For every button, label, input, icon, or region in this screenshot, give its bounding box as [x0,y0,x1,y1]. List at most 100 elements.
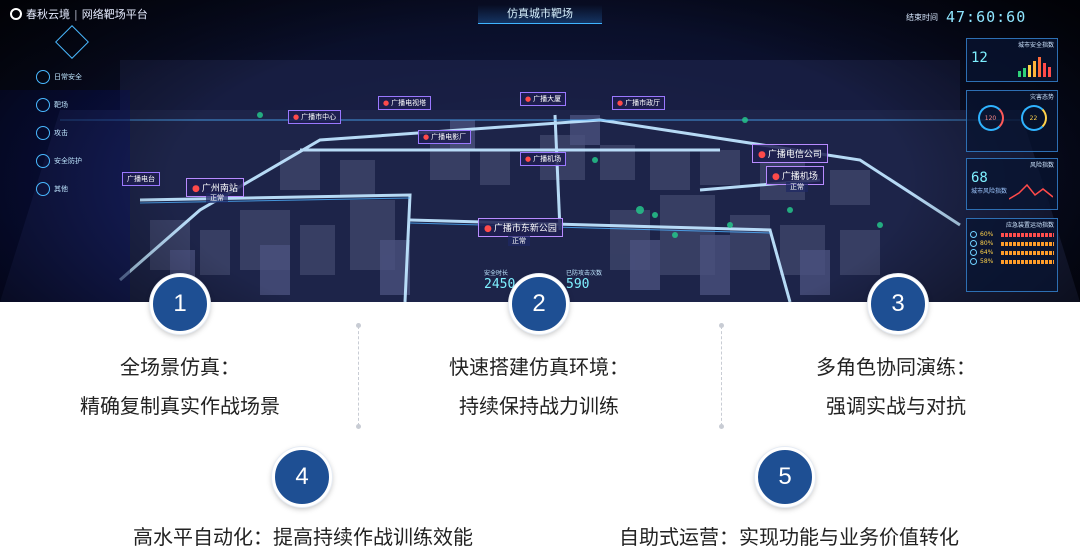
alert-dot-icon: ● [772,172,780,182]
equipment-pct: 58% [980,258,994,265]
map-tag-label: 广播市东新公园 [493,224,557,234]
equipment-row: 60% [967,230,1057,239]
panel-disaster: 灾害态势 120 22 [966,90,1058,152]
menu-item-range[interactable]: 靶场 [36,98,82,112]
map-tag-status: 正常 [786,182,808,192]
feature-title: 快速搭建仿真环境： [449,355,629,379]
map-tag[interactable]: ● 广播大厦 [520,92,567,106]
map-tag-label: 广播市政厅 [625,99,661,107]
equipment-icon [970,258,977,265]
menu-item-label: 攻击 [54,129,68,137]
alert-dot-icon: ● [758,150,766,160]
map-tag[interactable]: ● 广播市中心 [288,110,342,124]
alert-dot-icon: ● [423,133,430,141]
menu-item-label: 安全防护 [54,157,82,165]
map-tag[interactable]: ● 广播电信公司 [752,144,828,163]
feature-number-badge: 2 [509,274,569,334]
divider [719,323,724,429]
panel-risk: 风险指数 68 城市风险指数 [966,158,1058,210]
feature-number-badge: 1 [150,274,210,334]
menu-ring-icon [36,70,50,84]
map-tag-status: 正常 [206,193,228,203]
menu-ring-icon [36,98,50,112]
brand-name: 春秋云境 [26,8,70,21]
feature-subtitle: 强调实战与对抗 [826,394,966,418]
menu-item-attack[interactable]: 攻击 [36,126,82,140]
risk-line-chart [1009,183,1053,200]
kpi-label: 已防攻击次数 [566,270,603,277]
gauge-row: 120 22 [967,102,1057,134]
panel-title: 风险指数 [1029,162,1054,169]
menu-ring-icon [36,182,50,196]
menu-item-protection[interactable]: 安全防护 [36,154,82,168]
menu-item-other[interactable]: 其他 [36,182,82,196]
equipment-row: 64% [967,248,1057,257]
left-menu: 日常安全 靶场 攻击 安全防护 其他 [36,70,82,196]
menu-ring-icon [36,126,50,140]
map-tag[interactable]: ● 广播机场 [520,152,567,166]
alert-dot-icon: ● [525,95,532,103]
kpi-value: 590 [566,277,590,292]
feature-title: 高水平自动化：提高持续作战训练效能 [133,525,473,549]
brand-logo-icon [10,8,22,20]
map-tag[interactable]: ● 广播电影厂 [418,130,472,144]
menu-item-daily[interactable]: 日常安全 [36,70,82,84]
feature-title: 全场景仿真： [120,355,240,379]
map-tag-label: 广播电视塔 [391,99,427,107]
panel-city-index: 城市安全指数 12 [966,38,1058,82]
scene-title: 仿真城市靶场 [478,5,602,24]
disaster-gauge-left: 120 [977,105,1004,131]
panel-equipment: 应急装置运动指数 60% 80% 64% 58% [966,218,1058,292]
brand: 春秋云境 | 网络靶场平台 [10,6,148,22]
feature-number-badge: 4 [272,447,332,507]
index-bar-chart [1018,57,1051,77]
panel-title: 灾害态势 [1029,94,1054,101]
equipment-row: 58% [967,257,1057,266]
equipment-icon [970,249,977,256]
kpi-value: 2450 [484,277,516,292]
kpi-label: 安全时长 [484,270,509,277]
equipment-pct: 80% [980,240,994,247]
city-map [0,60,1080,302]
city-dashboard-banner: 春秋云境 | 网络靶场平台 仿真城市靶场 日常安全 靶场 攻击 安全防护 其他 … [0,0,1080,302]
kpi-defended-attacks: 已防攻击次数 590 [566,268,602,292]
map-tag-label: 广播电信公司 [767,150,822,160]
feature-subtitle: 持续保持战力训练 [459,394,619,418]
equipment-pct: 64% [980,249,994,256]
equipment-icon [970,231,977,238]
feature-number-badge: 5 [755,447,815,507]
equipment-icon [970,240,977,247]
alert-dot-icon: ● [383,99,390,107]
panel-title: 应急装置运动指数 [1005,222,1054,229]
map-tag-label: 广播电影厂 [431,133,467,141]
equipment-bar [1001,259,1054,264]
map-tag[interactable]: 广播电台 [122,172,160,186]
feature-subtitle: 精确复制真实作战场景 [80,394,280,418]
feature-number-badge: 3 [868,274,928,334]
disaster-gauge-right: 22 [1020,105,1047,131]
clock-time: 47:60:60 [946,8,1027,26]
menu-item-label: 日常安全 [54,73,82,81]
kpi-safe-duration: 安全时长 2450 [484,268,515,292]
map-tag[interactable]: ● 广播市东新公园 [478,218,563,237]
platform-name: 网络靶场平台 [81,8,148,21]
menu-item-label: 靶场 [54,101,68,109]
alert-dot-icon: ● [617,99,624,107]
alert-dot-icon: ● [293,113,300,121]
panel-title: 城市安全指数 [1017,42,1054,49]
divider [356,323,361,429]
map-tag-label: 广播电台 [127,175,155,183]
equipment-bar [1001,241,1054,246]
map-tag-label: 广播市中心 [301,113,337,121]
feature-title: 自助式运营：实现功能与业务价值转化 [619,525,959,549]
equipment-row: 80% [967,239,1057,248]
map-tag[interactable]: ● 广播电视塔 [378,96,432,110]
equipment-bar [1001,250,1054,255]
map-tag-status: 正常 [508,236,530,246]
map-tag[interactable]: ● 广播市政厅 [612,96,666,110]
countdown-clock: 结束时间 47:60:60 [906,8,1026,26]
clock-label: 结束时间 [906,12,938,22]
alert-dot-icon: ● [484,224,492,234]
equipment-pct: 60% [980,231,994,238]
alert-dot-icon: ● [192,184,200,194]
